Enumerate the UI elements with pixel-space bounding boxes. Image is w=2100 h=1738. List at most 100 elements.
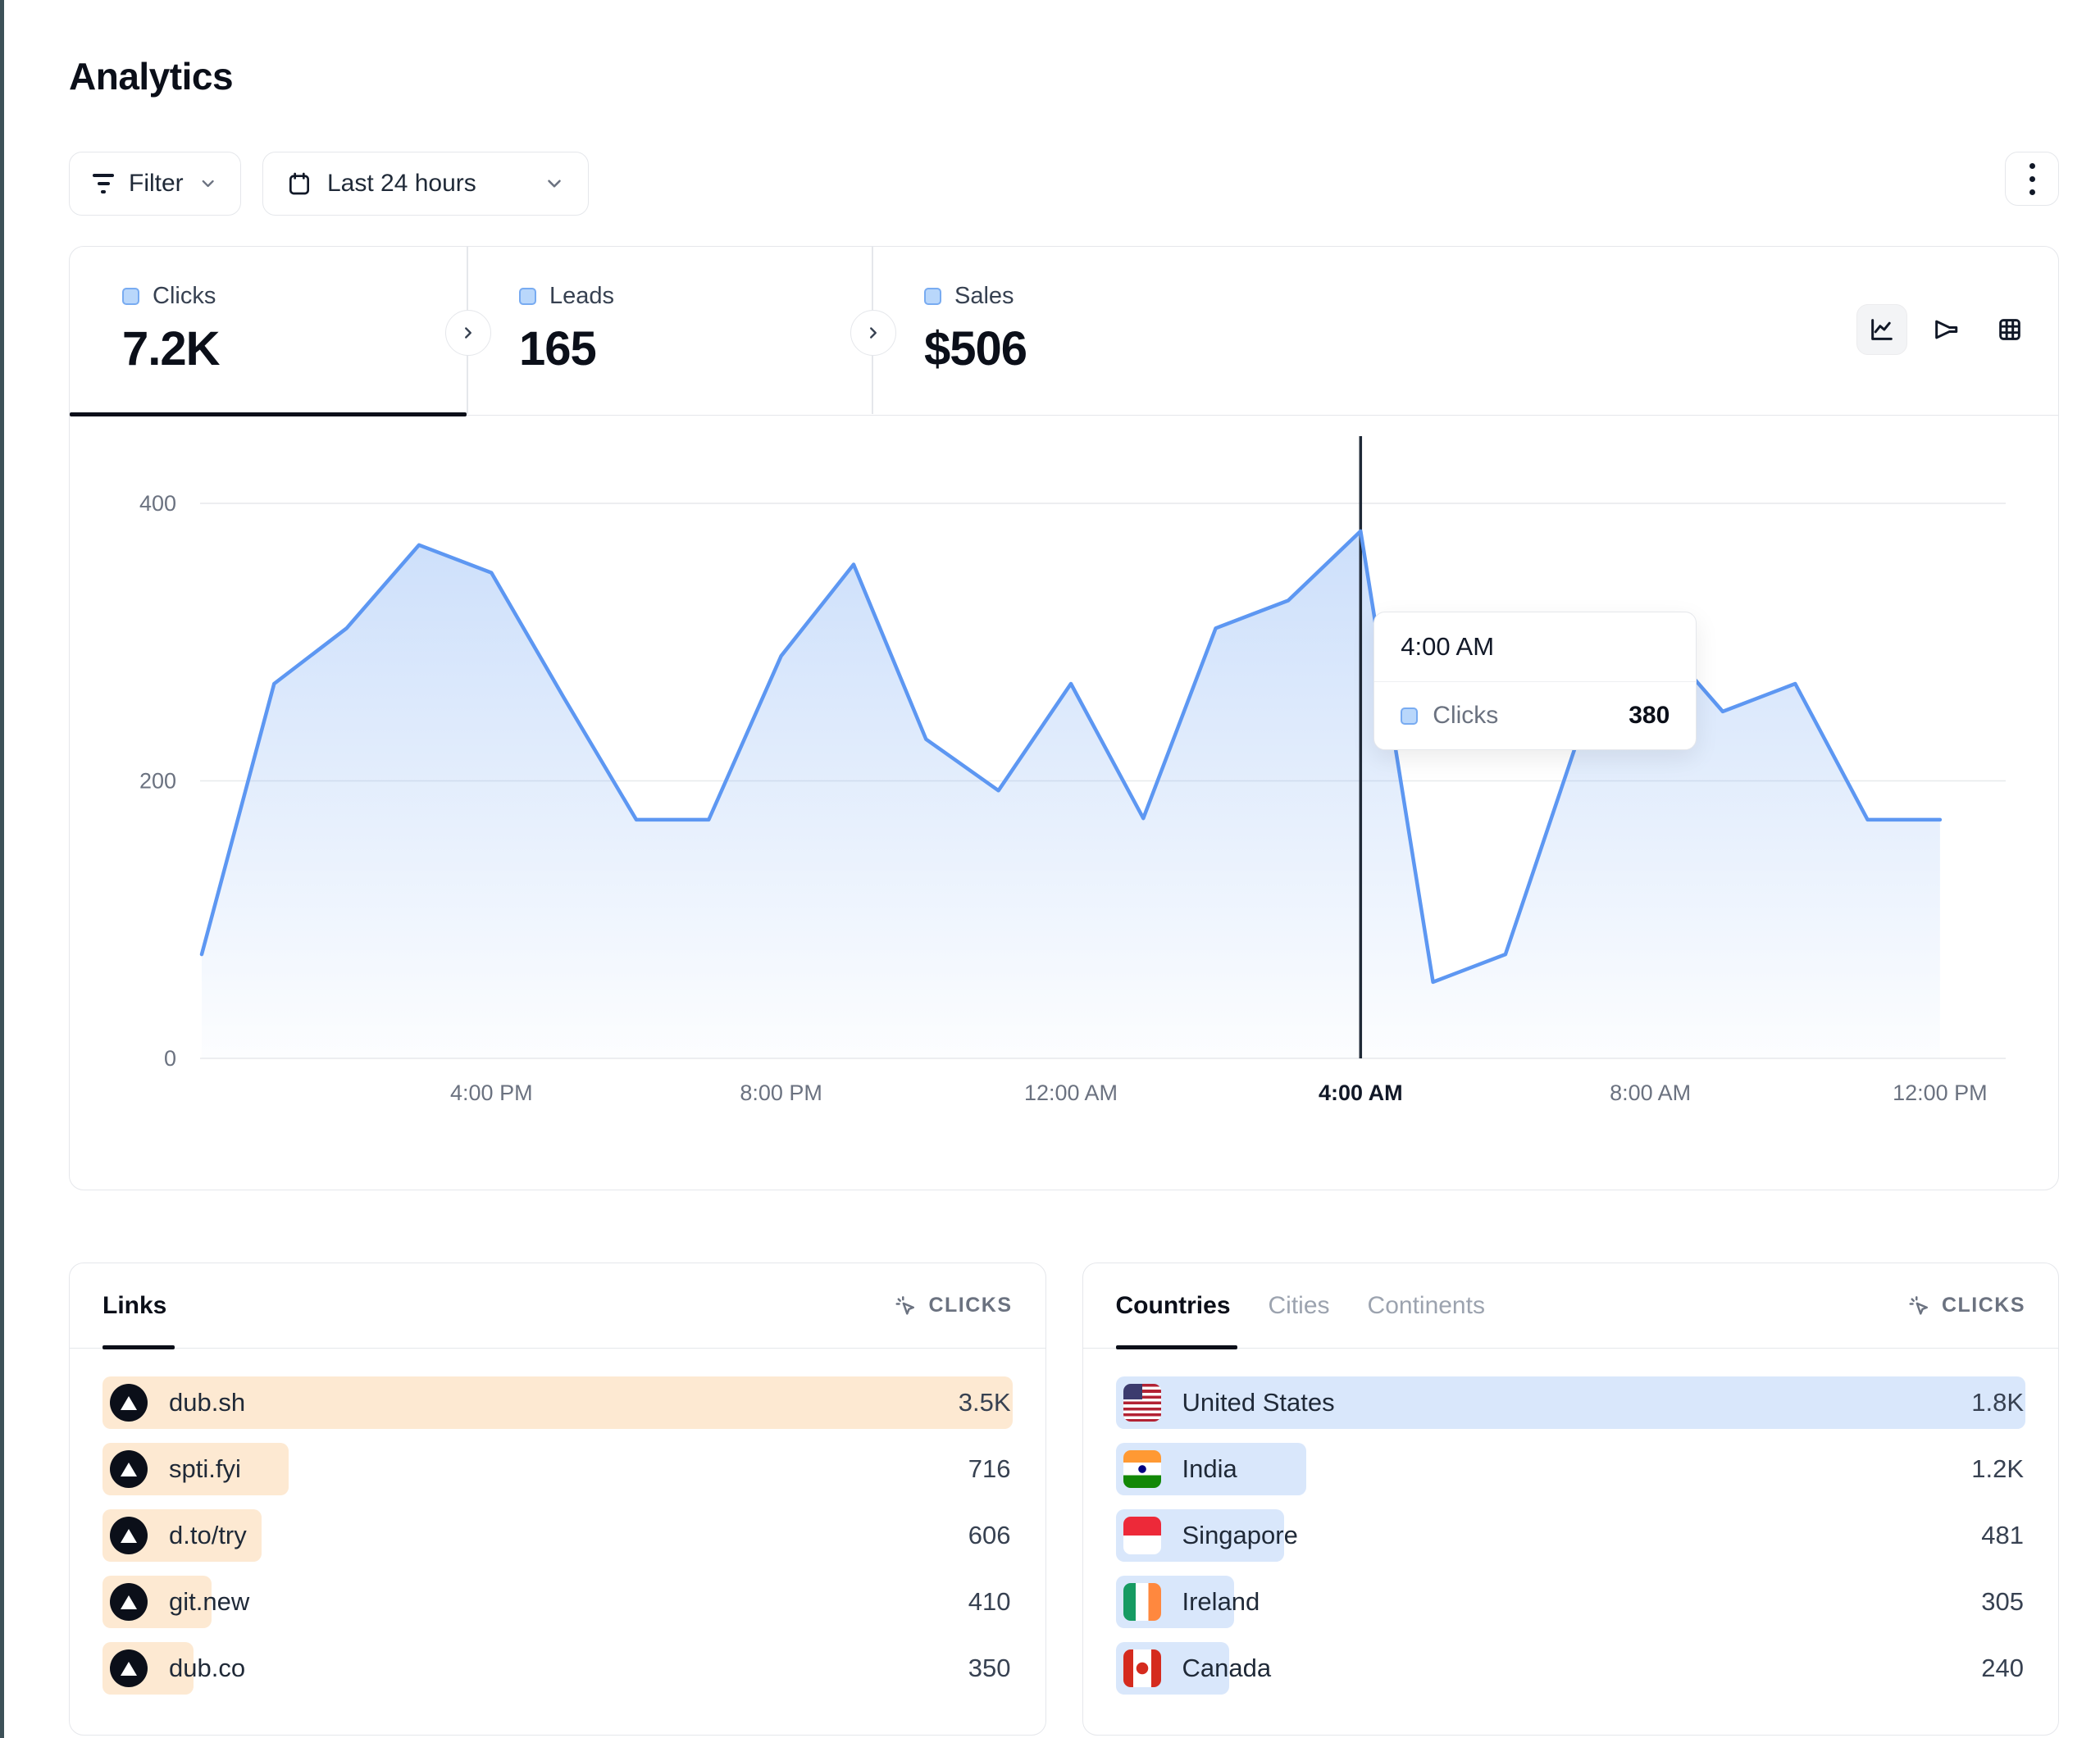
svg-text:0: 0 xyxy=(164,1046,176,1071)
country-clicks-value: 481 xyxy=(1981,1521,2025,1550)
tab-countries[interactable]: Countries xyxy=(1116,1292,1231,1320)
kebab-menu-icon xyxy=(2029,163,2035,169)
link-label: spti.fyi xyxy=(169,1454,241,1484)
calendar-icon xyxy=(286,171,312,197)
country-label: United States xyxy=(1182,1388,1335,1417)
flag-ireland-icon xyxy=(1123,1583,1161,1621)
line-chart-view-button[interactable] xyxy=(1856,304,1907,355)
country-label: Ireland xyxy=(1182,1587,1260,1617)
link-row[interactable]: dub.sh 3.5K xyxy=(102,1376,1013,1429)
dub-logo-icon xyxy=(110,1649,148,1687)
link-clicks-value: 410 xyxy=(968,1587,1013,1617)
link-label: dub.sh xyxy=(169,1388,245,1417)
countries-panel: Countries Cities Continents CLICKS xyxy=(1082,1263,2060,1736)
dub-logo-icon xyxy=(110,1583,148,1621)
chart-view-switcher xyxy=(1856,304,2035,355)
filter-button[interactable]: Filter xyxy=(69,152,241,216)
clicks-time-series-chart[interactable]: 02004004:00 PM8:00 PM12:00 AM4:00 AM8:00… xyxy=(127,481,2013,1186)
dub-logo-icon xyxy=(110,1450,148,1488)
leads-value: 165 xyxy=(519,321,872,376)
expand-clicks-leads-button[interactable] xyxy=(445,310,491,356)
toolbar: Filter Last 24 hours xyxy=(69,152,2059,216)
svg-text:400: 400 xyxy=(139,491,176,516)
tab-clicks[interactable]: Clicks 7.2K xyxy=(70,247,467,416)
breakdown-panels: Links CLICKS dub.sh 3.5K xyxy=(69,1263,2059,1736)
country-row[interactable]: India 1.2K xyxy=(1116,1443,2026,1495)
line-chart-icon xyxy=(1868,316,1896,344)
dub-logo-icon xyxy=(110,1517,148,1554)
country-row[interactable]: Ireland 305 xyxy=(1116,1576,2026,1628)
cursor-click-icon xyxy=(1907,1294,1932,1318)
window-edge-accent xyxy=(0,0,4,1738)
svg-text:8:00 PM: 8:00 PM xyxy=(740,1081,822,1105)
countries-list: United States 1.8K India 1.2K xyxy=(1083,1349,2059,1695)
countries-metric-selector[interactable]: CLICKS xyxy=(1907,1294,2025,1318)
filter-icon xyxy=(93,174,114,193)
active-tab-underline xyxy=(102,1345,175,1349)
link-clicks-value: 3.5K xyxy=(959,1388,1013,1417)
chevron-right-icon xyxy=(864,324,882,342)
svg-text:200: 200 xyxy=(139,769,176,794)
link-row[interactable]: d.to/try 606 xyxy=(102,1509,1013,1562)
svg-text:12:00 AM: 12:00 AM xyxy=(1024,1081,1118,1105)
link-row[interactable]: dub.co 350 xyxy=(102,1642,1013,1695)
funnel-chart-icon xyxy=(1932,316,1960,344)
country-label: India xyxy=(1182,1454,1237,1484)
country-clicks-value: 240 xyxy=(1981,1654,2025,1683)
chevron-down-icon xyxy=(198,173,217,194)
link-clicks-value: 350 xyxy=(968,1654,1013,1683)
clicks-value: 7.2K xyxy=(122,321,467,376)
tooltip-value: 380 xyxy=(1629,702,1670,730)
flag-india-icon xyxy=(1123,1450,1161,1488)
active-tab-underline xyxy=(70,412,467,416)
tab-sales-label: Sales xyxy=(954,283,1014,310)
expand-leads-sales-button[interactable] xyxy=(850,310,896,356)
stats-tabs-row: Clicks 7.2K Leads 165 Sales $506 xyxy=(70,247,2058,416)
tab-clicks-label: Clicks xyxy=(153,283,216,310)
analytics-chart-card: Clicks 7.2K Leads 165 Sales $506 xyxy=(69,246,2059,1190)
country-label: Canada xyxy=(1182,1654,1272,1683)
tooltip-series-swatch xyxy=(1401,707,1418,725)
sales-value: $506 xyxy=(924,321,1277,376)
date-range-button[interactable]: Last 24 hours xyxy=(262,152,589,216)
active-tab-underline xyxy=(1116,1345,1237,1349)
link-label: git.new xyxy=(169,1587,249,1617)
chart-tooltip: 4:00 AM Clicks 380 xyxy=(1373,612,1697,750)
country-clicks-value: 1.8K xyxy=(1971,1388,2025,1417)
links-panel-header: Links CLICKS xyxy=(70,1263,1045,1349)
countries-metric-label: CLICKS xyxy=(1942,1294,2025,1317)
links-metric-selector[interactable]: CLICKS xyxy=(894,1294,1012,1318)
links-metric-label: CLICKS xyxy=(928,1294,1012,1317)
link-row[interactable]: spti.fyi 716 xyxy=(102,1443,1013,1495)
date-range-label: Last 24 hours xyxy=(327,170,476,198)
chevron-down-icon xyxy=(544,173,565,194)
more-options-button[interactable] xyxy=(2005,152,2059,206)
table-view-button[interactable] xyxy=(1984,304,2035,355)
country-row[interactable]: Canada 240 xyxy=(1116,1642,2026,1695)
country-row[interactable]: Singapore 481 xyxy=(1116,1509,2026,1562)
tab-sales[interactable]: Sales $506 xyxy=(872,247,1277,416)
tab-leads[interactable]: Leads 165 xyxy=(467,247,872,416)
flag-united-states-icon xyxy=(1123,1384,1161,1422)
clicks-series-swatch xyxy=(122,288,139,305)
sales-series-swatch xyxy=(924,288,941,305)
funnel-view-button[interactable] xyxy=(1920,304,1971,355)
country-label: Singapore xyxy=(1182,1521,1298,1550)
page-title: Analytics xyxy=(69,54,233,98)
country-clicks-value: 305 xyxy=(1981,1587,2025,1617)
country-row[interactable]: United States 1.8K xyxy=(1116,1376,2026,1429)
links-list: dub.sh 3.5K spti.fyi 716 xyxy=(70,1349,1045,1695)
table-grid-icon xyxy=(1996,316,2024,344)
countries-panel-header: Countries Cities Continents CLICKS xyxy=(1083,1263,2059,1349)
tab-continents[interactable]: Continents xyxy=(1368,1292,1485,1320)
tab-cities[interactable]: Cities xyxy=(1269,1292,1330,1320)
link-label: d.to/try xyxy=(169,1521,247,1550)
tooltip-time: 4:00 AM xyxy=(1374,612,1696,682)
country-clicks-value: 1.2K xyxy=(1971,1454,2025,1484)
svg-text:12:00 PM: 12:00 PM xyxy=(1893,1081,1988,1105)
link-clicks-value: 716 xyxy=(968,1454,1013,1484)
tab-links[interactable]: Links xyxy=(102,1292,166,1320)
link-row[interactable]: git.new 410 xyxy=(102,1576,1013,1628)
leads-series-swatch xyxy=(519,288,536,305)
svg-text:8:00 AM: 8:00 AM xyxy=(1610,1081,1691,1105)
